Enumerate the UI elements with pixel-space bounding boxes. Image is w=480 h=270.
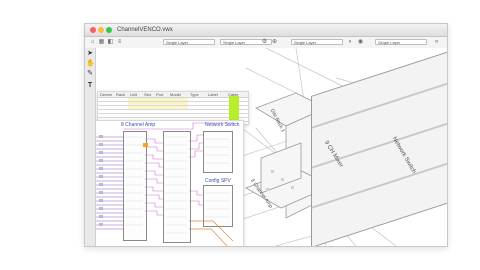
table-header-rack: Rack xyxy=(116,92,126,97)
hand-icon[interactable]: ✋ xyxy=(86,60,95,68)
table-header-type: Type xyxy=(190,92,199,97)
app-window: ChannelVENCO.vwx ⌂ ▦ ◧ ≡ Single Layer Si… xyxy=(84,23,448,247)
wiring-diagram xyxy=(96,122,234,246)
pointer-icon[interactable]: ➤ xyxy=(86,50,94,58)
text-icon[interactable]: T xyxy=(86,82,94,90)
layer-settings-icon[interactable]: ⚙ xyxy=(261,39,268,46)
render-icon[interactable]: ◐ xyxy=(347,39,354,46)
sheet-select[interactable]: Single Layer xyxy=(375,39,427,45)
window-title: ChannelVENCO.vwx xyxy=(117,27,173,33)
table-header-device: Device xyxy=(100,92,113,97)
class-select[interactable]: Single Layer xyxy=(163,39,215,45)
more-icon[interactable]: » xyxy=(433,39,440,46)
drawing-canvas[interactable]: 9 CH Mixer Network Switch Dist Rack 1 8 … xyxy=(96,48,447,246)
view-icon[interactable]: ◧ xyxy=(107,39,114,46)
table-header-model: Model xyxy=(170,92,181,97)
view-select[interactable]: Single Layer xyxy=(291,39,343,45)
minimize-window-button[interactable] xyxy=(98,27,104,33)
table-header-port: Port xyxy=(156,92,164,97)
schematic-sheet: 8 Channel Amp Network Switch Config SPV xyxy=(96,120,244,246)
zoom-icon[interactable]: ⊕ xyxy=(271,39,278,46)
grid-icon[interactable]: ▦ xyxy=(98,39,105,46)
home-icon[interactable]: ⌂ xyxy=(89,39,96,46)
amp-status-indicator xyxy=(143,143,148,147)
title-bar: ChannelVENCO.vwx xyxy=(85,24,447,37)
layers-icon[interactable]: ≡ xyxy=(116,39,123,46)
tool-palette: ➤ ✋ ✎ T xyxy=(85,48,96,246)
maximize-window-button[interactable] xyxy=(106,27,112,33)
close-window-button[interactable] xyxy=(90,27,96,33)
pencil-icon[interactable]: ✎ xyxy=(86,70,94,78)
table-header-unit: Unit xyxy=(130,92,138,97)
table-header-slot: Slot xyxy=(144,92,151,97)
table-header-label: Label xyxy=(208,92,218,97)
camera-icon[interactable]: ◉ xyxy=(357,39,364,46)
